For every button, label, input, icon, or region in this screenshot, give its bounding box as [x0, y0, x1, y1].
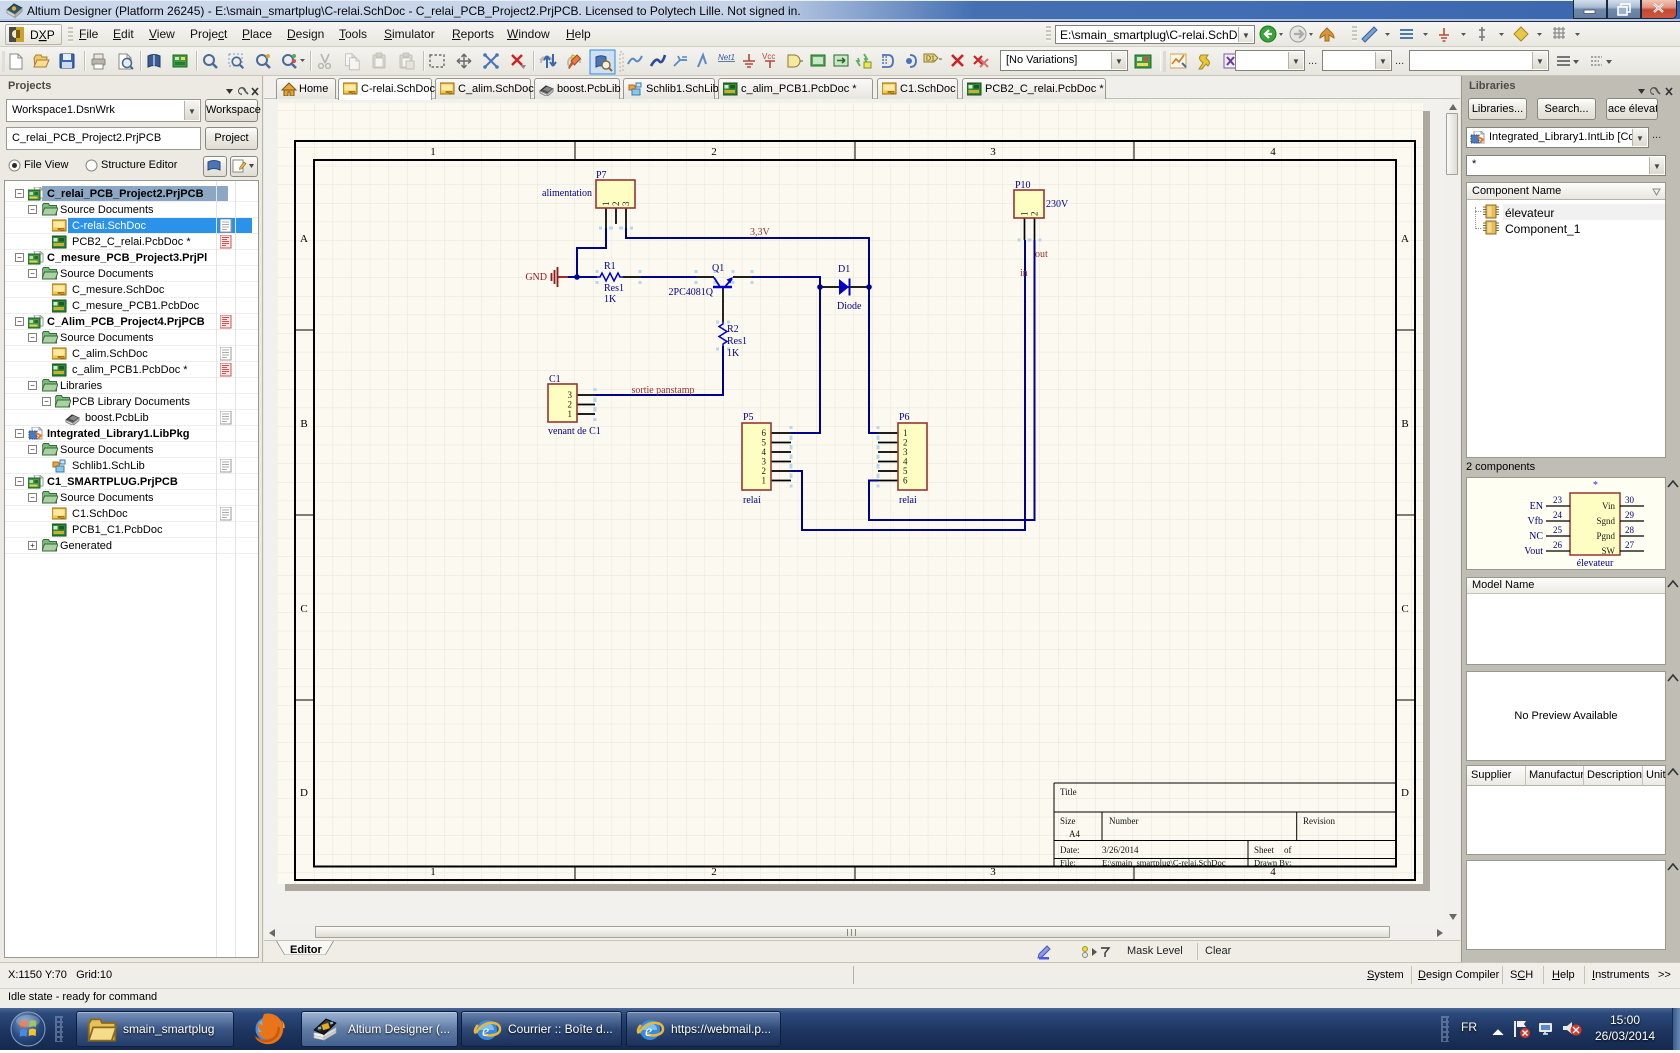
svg-text:23: 23	[1553, 495, 1563, 505]
svg-text:C: C	[300, 603, 307, 615]
svg-text:sortie panstamp: sortie panstamp	[631, 385, 694, 396]
svg-text:1: 1	[430, 146, 436, 158]
svg-text:3/26/2014: 3/26/2014	[1102, 845, 1139, 855]
svg-text:6: 6	[903, 476, 908, 486]
svg-text:Title: Title	[1060, 787, 1077, 797]
svg-text:Net1: Net1	[718, 53, 735, 62]
svg-text:venant de C1: venant de C1	[548, 426, 601, 437]
svg-text:A4: A4	[1069, 829, 1080, 839]
svg-text:Drawn By:: Drawn By:	[1254, 858, 1292, 868]
svg-text:1K: 1K	[727, 348, 740, 359]
svg-text:D1: D1	[838, 264, 850, 275]
svg-text:e: e	[645, 1023, 652, 1040]
svg-text:B: B	[300, 418, 307, 430]
svg-text:élevateur: élevateur	[1577, 558, 1614, 569]
svg-text:EN: EN	[1530, 501, 1543, 512]
svg-text:Number: Number	[1109, 816, 1139, 826]
svg-text:3,3V: 3,3V	[750, 227, 771, 238]
svg-text:e: e	[482, 1023, 489, 1040]
svg-text:1: 1	[601, 202, 611, 207]
svg-text:R1: R1	[604, 261, 616, 272]
svg-text:Size: Size	[1060, 816, 1076, 826]
svg-text:P5: P5	[743, 412, 754, 423]
svg-text:Pgnd: Pgnd	[1596, 531, 1615, 541]
svg-text:2PC4081Q: 2PC4081Q	[669, 287, 714, 298]
svg-text:24: 24	[1553, 510, 1563, 520]
svg-text:2: 2	[711, 866, 717, 878]
svg-text:5: 5	[762, 438, 767, 448]
svg-text:4: 4	[903, 457, 908, 467]
svg-text:1: 1	[430, 866, 436, 878]
svg-text:3: 3	[903, 447, 908, 457]
svg-text:relai: relai	[743, 495, 761, 506]
svg-text:relai: relai	[899, 495, 917, 506]
svg-text:Vfb: Vfb	[1527, 516, 1543, 527]
svg-text:Diode: Diode	[837, 301, 862, 312]
svg-text:5: 5	[903, 466, 908, 476]
svg-text:Revision: Revision	[1303, 816, 1336, 826]
svg-text:230V: 230V	[1046, 199, 1069, 210]
svg-text:3: 3	[568, 390, 573, 400]
svg-text:Vout: Vout	[1524, 546, 1543, 557]
svg-text:Sheet: Sheet	[1254, 845, 1274, 855]
svg-text:NC: NC	[1529, 531, 1543, 542]
svg-text:1: 1	[903, 428, 908, 438]
svg-text:3: 3	[621, 201, 631, 206]
svg-text:DXP: DXP	[30, 28, 55, 42]
svg-text:4: 4	[1270, 866, 1276, 878]
svg-text:alimentation: alimentation	[542, 188, 592, 199]
svg-text:D1: D1	[926, 56, 935, 63]
svg-text:GND: GND	[525, 272, 547, 283]
svg-text:3: 3	[990, 146, 996, 158]
svg-text:4: 4	[762, 447, 767, 457]
svg-text:D: D	[300, 787, 308, 799]
svg-text:2: 2	[903, 438, 908, 448]
svg-text:29: 29	[1625, 510, 1635, 520]
svg-text:2: 2	[762, 466, 767, 476]
svg-text:out: out	[1035, 249, 1048, 260]
svg-text:B: B	[1401, 418, 1408, 430]
svg-text:A: A	[300, 233, 308, 245]
svg-text:2: 2	[711, 146, 717, 158]
svg-text:of: of	[1284, 845, 1292, 855]
svg-text:26: 26	[1553, 540, 1563, 550]
svg-text:1: 1	[762, 476, 767, 486]
svg-text:SW: SW	[1602, 546, 1616, 556]
svg-text:27: 27	[1625, 540, 1635, 550]
svg-text:30: 30	[1625, 495, 1635, 505]
svg-text:28: 28	[1625, 525, 1635, 535]
svg-text:1: 1	[568, 409, 573, 419]
svg-text:4: 4	[1270, 146, 1276, 158]
svg-text:E:\smain_smartplug\C-relai.Sch: E:\smain_smartplug\C-relai.SchDoc	[1102, 858, 1226, 868]
svg-text:2: 2	[611, 202, 621, 207]
svg-text:Sgnd: Sgnd	[1596, 516, 1615, 526]
svg-text:P10: P10	[1015, 180, 1031, 191]
svg-text:File:: File:	[1060, 858, 1076, 868]
svg-text:in: in	[1020, 268, 1028, 279]
svg-text:D: D	[1401, 787, 1409, 799]
svg-text:Res1: Res1	[727, 336, 747, 347]
svg-text:6: 6	[762, 428, 767, 438]
svg-text:C1: C1	[549, 374, 561, 385]
svg-text:Vin: Vin	[1602, 501, 1615, 511]
svg-text:1: 1	[1020, 212, 1030, 217]
svg-text:2: 2	[568, 400, 573, 410]
svg-text:Res1: Res1	[604, 283, 624, 294]
svg-text:R2: R2	[727, 324, 739, 335]
svg-text:P6: P6	[899, 412, 910, 423]
svg-text:1K: 1K	[604, 294, 617, 305]
svg-text:Vcc: Vcc	[762, 52, 775, 61]
svg-text:P7: P7	[596, 170, 607, 181]
svg-text:Date:: Date:	[1060, 845, 1080, 855]
svg-text:2: 2	[1030, 212, 1040, 217]
svg-text:25: 25	[1553, 525, 1563, 535]
svg-text:Q1: Q1	[712, 263, 724, 274]
svg-text:A: A	[1401, 233, 1409, 245]
svg-text:3: 3	[990, 866, 996, 878]
svg-text:*: *	[1593, 480, 1598, 491]
svg-text:C: C	[1401, 603, 1408, 615]
svg-text:3: 3	[762, 457, 767, 467]
